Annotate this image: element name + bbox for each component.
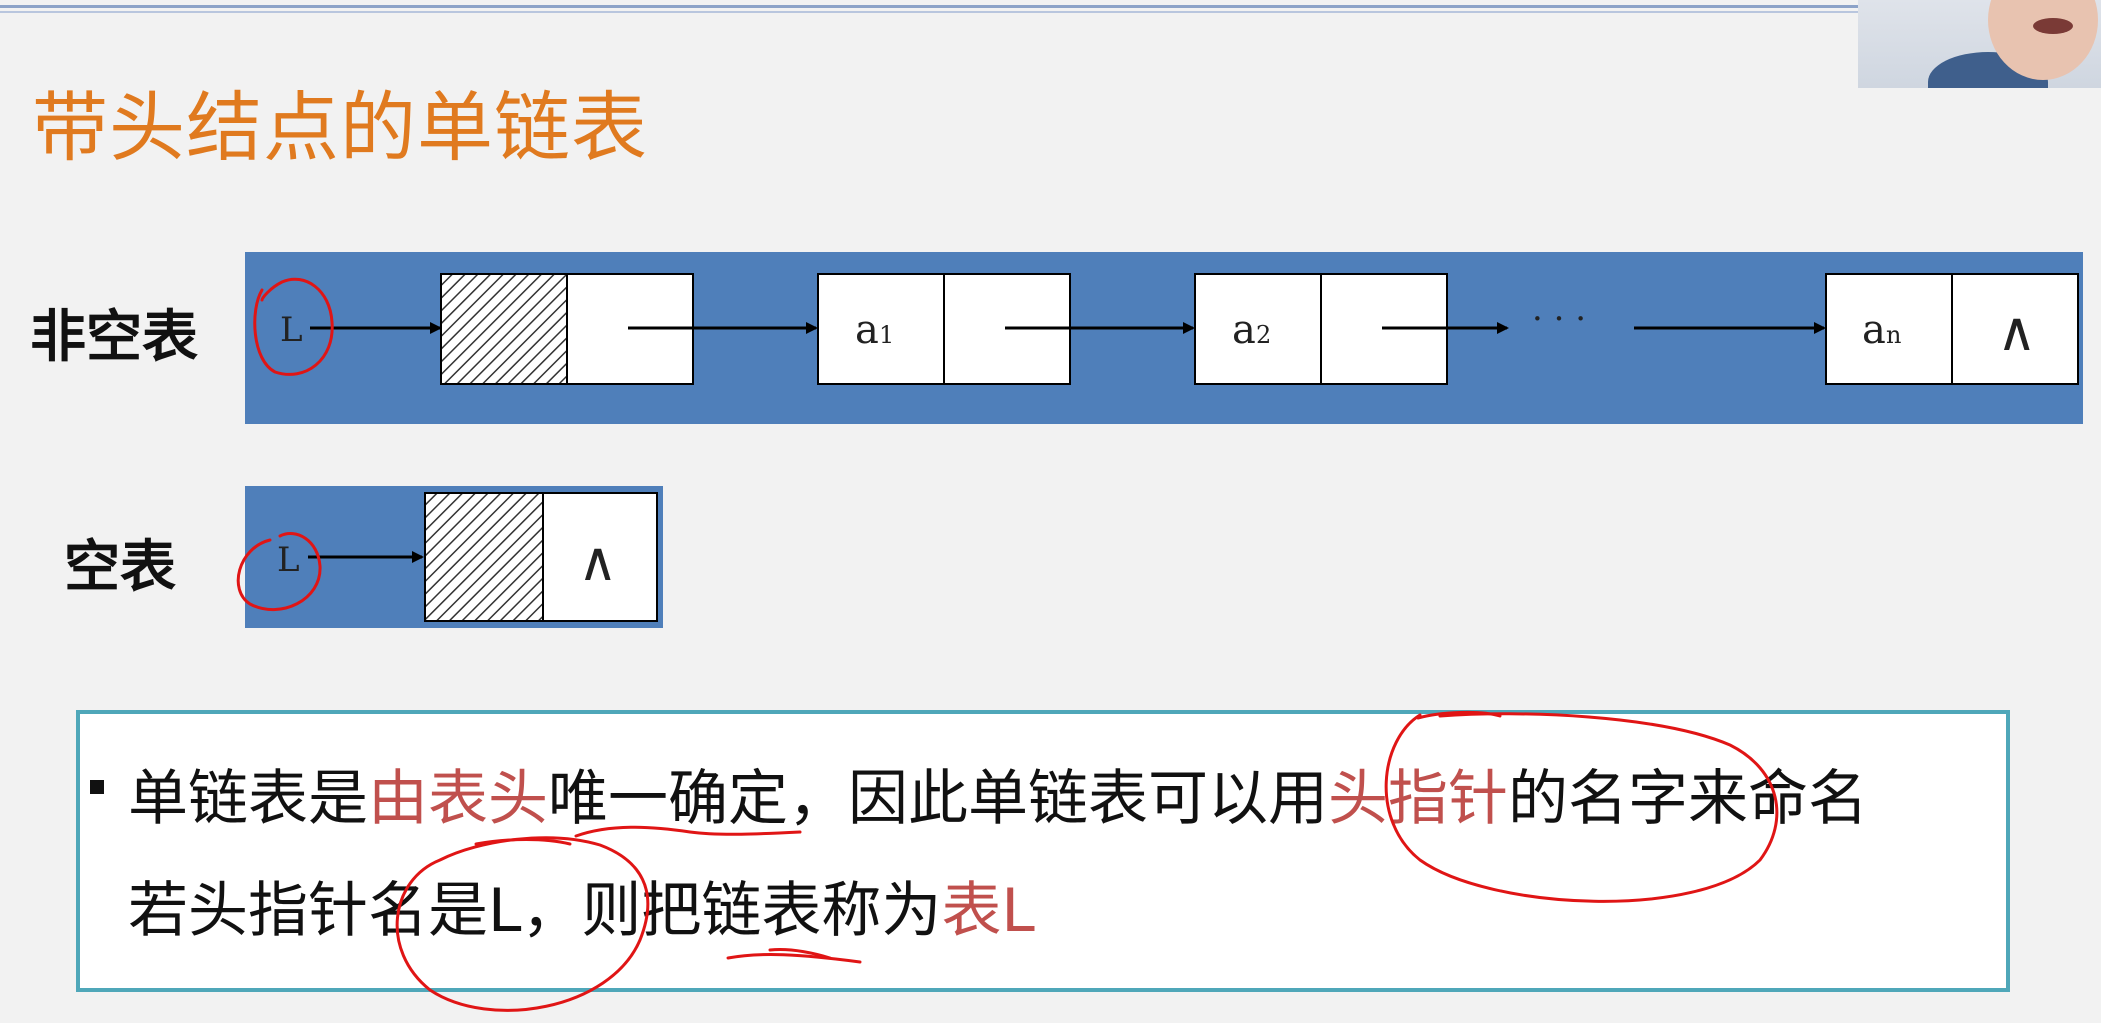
node-an: a n ∧ [1825, 273, 2079, 385]
explanation-line-1: 单链表是由表头唯一确定，因此单链表可以用头指针的名字来命名 [128, 750, 1868, 837]
empty-header-node-data [424, 492, 544, 622]
empty-head-pointer-label: L [277, 540, 300, 580]
line1-segment-3: 唯一确定，因此单链表可以用 [548, 764, 1328, 834]
line1-highlight-head-pointer: 头指针 [1328, 764, 1508, 834]
line1-highlight-head: 由表头 [368, 764, 548, 834]
null-symbol-empty: ∧ [578, 530, 618, 593]
node-an-label: a [1862, 307, 1886, 353]
bullet-marker [90, 780, 104, 794]
explanation-line-2: 若头指针名是L，则把链表称为表L [128, 862, 1035, 949]
node-a2-subscript: 2 [1256, 321, 1271, 349]
null-symbol-an: ∧ [1997, 300, 2037, 363]
ellipsis-label: · · · [1532, 299, 1586, 339]
node-a1-subscript: 1 [879, 321, 894, 349]
line2-highlight-table-l: 表L [941, 876, 1035, 946]
line1-segment-5: 的名字来命名 [1508, 764, 1868, 834]
node-an-subscript: n [1886, 321, 1901, 349]
line1-segment-1: 单链表是 [128, 764, 368, 834]
header-node-data [440, 273, 568, 385]
empty-header-node: ∧ [424, 492, 658, 622]
head-pointer-label: L [280, 310, 303, 350]
explanation-box: 单链表是由表头唯一确定，因此单链表可以用头指针的名字来命名 若头指针名是L，则把… [76, 710, 2010, 992]
line2-segment-1: 若头指针名是L，则把链表称为 [128, 876, 942, 946]
node-a1-label: a [855, 307, 879, 353]
node-a2-label: a [1232, 307, 1256, 353]
